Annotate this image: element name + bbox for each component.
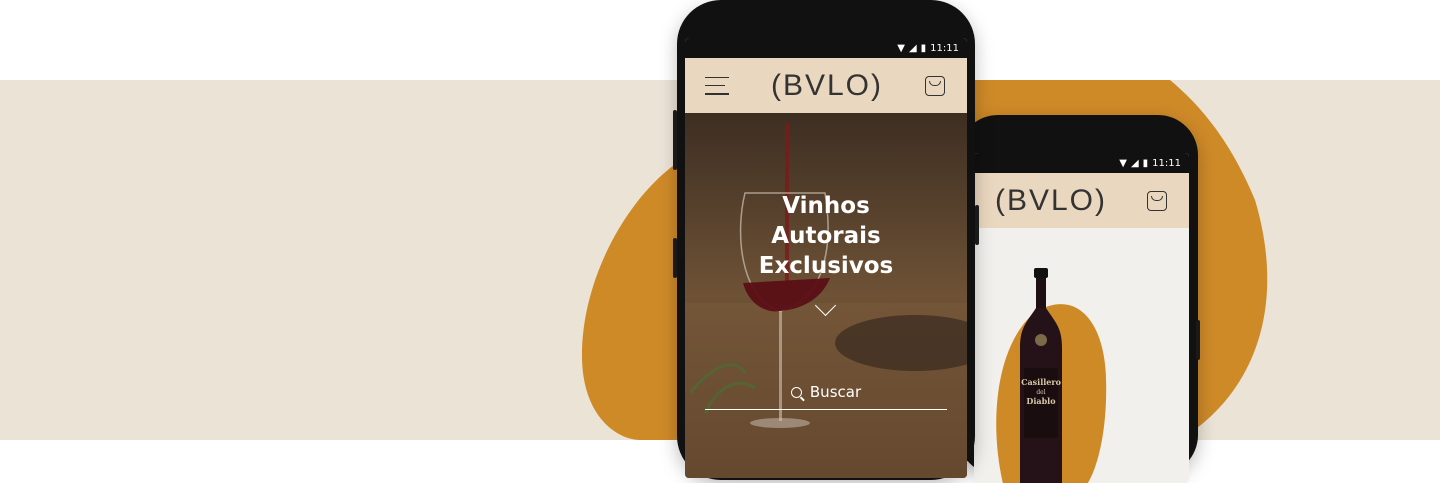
phone-side-button [975,205,979,245]
wine-bottle-image: Casillero del Diablo [996,268,1107,483]
signal-icon: ◢ [1130,157,1139,169]
signal-icon: ◢ [908,42,917,54]
status-bar: ▼ ◢ ▮ 11:11 [974,153,1189,173]
status-time: 11:11 [1152,157,1181,169]
bottle-label-line: Casillero [1021,377,1061,387]
hero-banner: Vinhos Autorais Exclusivos Buscar [685,113,967,478]
phone-screen-home: ▼ ◢ ▮ 11:11 (BVLO) Vinhos Autorais Exclu… [685,38,967,478]
hero-title-line: Exclusivos [758,253,894,279]
hero-title-line: Vinhos [782,193,870,219]
phone-screen-product: ▼ ◢ ▮ 11:11 (BVLO) Casillero del Diablo [974,153,1189,483]
phone-side-button [1196,320,1200,360]
shopping-bag-icon[interactable] [1147,190,1167,211]
battery-icon: ▮ [920,42,927,54]
menu-icon[interactable] [705,76,729,95]
phone-mockup-home: ▼ ◢ ▮ 11:11 (BVLO) Vinhos Autorais Exclu… [673,0,979,480]
status-time: 11:11 [930,42,959,54]
bottle-label-line: Diablo [1026,396,1056,406]
app-bar: (BVLO) [685,58,967,113]
phone-side-button [673,110,677,170]
wifi-icon: ▼ [1119,157,1127,169]
search-field[interactable]: Buscar [705,375,947,410]
status-bar: ▼ ◢ ▮ 11:11 [685,38,967,58]
search-icon [790,386,802,398]
phone-side-button [673,238,677,278]
hero-title: Vinhos Autorais Exclusivos [685,191,967,281]
brand-logo[interactable]: (BVLO) [995,184,1107,218]
wifi-icon: ▼ [897,42,905,54]
product-display[interactable]: Casillero del Diablo [974,228,1189,483]
phone-mockup-product: ▼ ◢ ▮ 11:11 (BVLO) Casillero del Diablo [958,115,1200,483]
app-bar: (BVLO) [974,173,1189,228]
battery-icon: ▮ [1142,157,1149,169]
brand-logo[interactable]: (BVLO) [771,69,883,103]
hero-title-line: Autorais [771,223,881,249]
search-label: Buscar [809,383,862,401]
bottle-label-line: del [1036,389,1045,396]
shopping-bag-icon[interactable] [925,75,945,96]
